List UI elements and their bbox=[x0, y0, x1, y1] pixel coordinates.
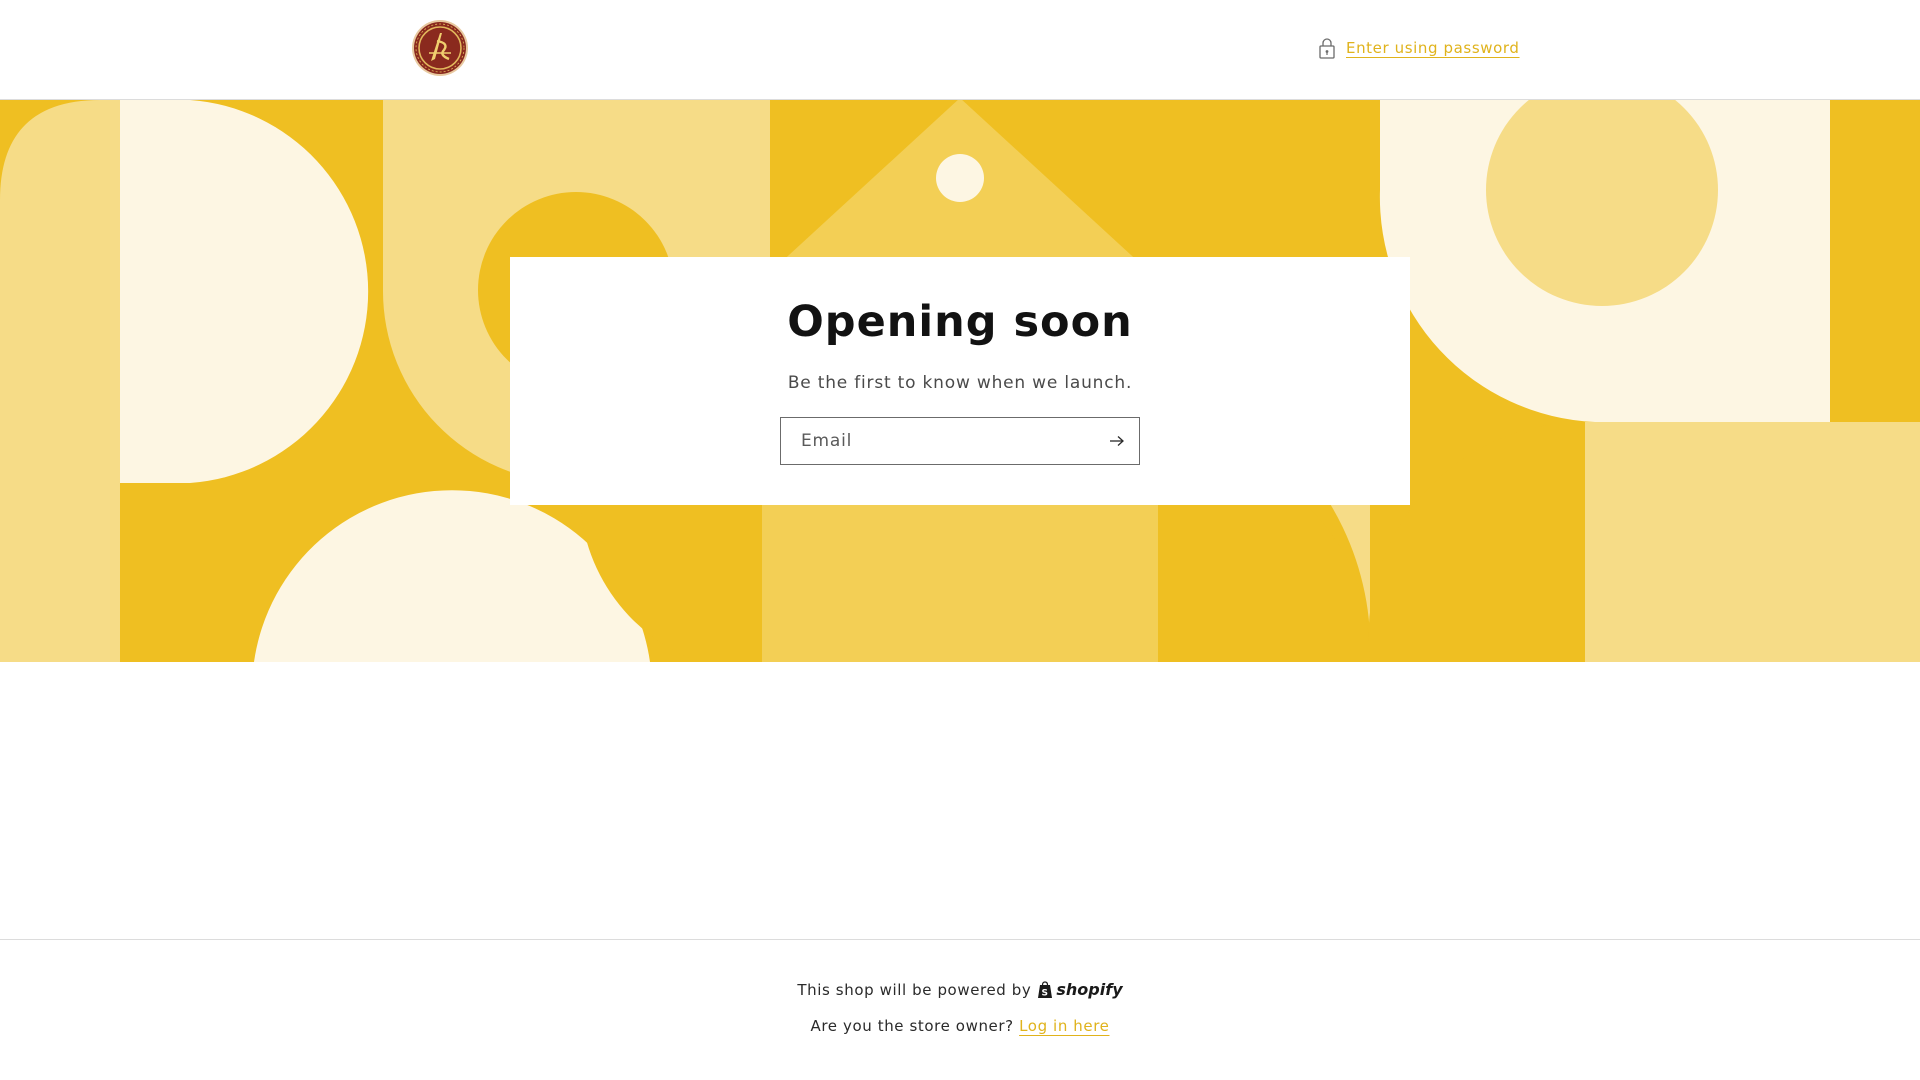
store-logo[interactable] bbox=[411, 19, 469, 77]
opening-soon-card: Opening soon Be the first to know when w… bbox=[510, 257, 1410, 505]
log-in-link[interactable]: Log in here bbox=[1019, 1017, 1109, 1035]
site-header: Enter using password bbox=[0, 0, 1920, 100]
email-signup-form bbox=[780, 417, 1140, 465]
shopify-wordmark: shopify bbox=[1056, 980, 1123, 999]
svg-text:S: S bbox=[1042, 988, 1049, 998]
site-footer: This shop will be powered by S shopify A… bbox=[0, 939, 1920, 1080]
launch-subtitle: Be the first to know when we launch. bbox=[787, 373, 1133, 393]
hero-banner: Opening soon Be the first to know when w… bbox=[0, 100, 1920, 662]
shopify-logo[interactable]: S shopify bbox=[1037, 980, 1123, 999]
enter-password-link[interactable]: Enter using password bbox=[1318, 36, 1520, 60]
enter-password-label: Enter using password bbox=[1346, 39, 1520, 57]
shopify-bag-icon: S bbox=[1038, 980, 1053, 998]
email-input[interactable] bbox=[781, 418, 1091, 464]
arrow-right-icon bbox=[1110, 436, 1124, 446]
store-owner-line: Are you the store owner? Log in here bbox=[0, 1017, 1920, 1035]
email-submit-button[interactable] bbox=[1095, 418, 1139, 464]
powered-by-text: This shop will be powered by bbox=[797, 980, 1032, 999]
powered-by-line: This shop will be powered by S shopify bbox=[0, 980, 1920, 999]
store-logo-image bbox=[412, 20, 468, 76]
page-title: Opening soon bbox=[787, 297, 1133, 347]
lock-icon bbox=[1319, 38, 1335, 59]
store-owner-text: Are you the store owner? bbox=[810, 1017, 1014, 1035]
